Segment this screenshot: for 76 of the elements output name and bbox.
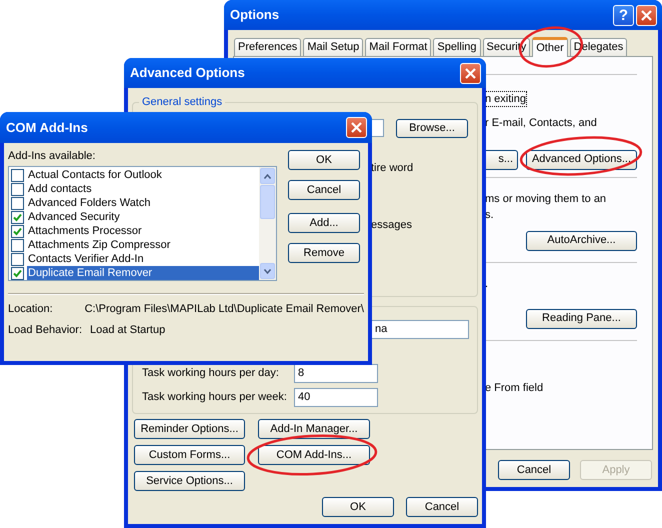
checkbox[interactable] (11, 238, 24, 252)
item-label: Attachments Processor (27, 224, 143, 238)
list-label: Add-Ins available: (8, 150, 96, 163)
text-field[interactable] (371, 119, 384, 137)
list-item[interactable]: Attachments Processor (11, 224, 259, 238)
dialog-button[interactable]: Cancel (406, 497, 478, 517)
tab[interactable]: Mail Setup (303, 38, 364, 56)
option-text: essages (371, 218, 412, 232)
window-title: Advanced Options (130, 64, 245, 82)
dialog-button[interactable]: OK (322, 497, 394, 517)
dialog-button[interactable]: Remove (288, 243, 360, 263)
browse-button[interactable]: Browse... (396, 118, 468, 138)
tab[interactable]: Preferences (234, 38, 302, 56)
text-field[interactable]: na (371, 320, 469, 339)
item-label: Advanced Security (27, 210, 121, 224)
scroll-up-icon[interactable] (260, 168, 275, 184)
dialog-button[interactable]: Cancel (498, 460, 570, 480)
close-button[interactable] (346, 117, 367, 138)
option-button[interactable]: s... (484, 150, 518, 170)
window-title: Options (230, 6, 280, 24)
options-button[interactable]: Add-In Manager... (258, 419, 370, 439)
close-icon (351, 122, 362, 133)
dialog-button[interactable]: OK (288, 150, 360, 170)
close-button[interactable] (460, 62, 481, 84)
number-field[interactable]: 8 (294, 364, 378, 383)
check-icon (13, 268, 22, 278)
checkbox[interactable] (11, 266, 24, 280)
close-icon (641, 10, 652, 20)
option-text: tire word (371, 160, 414, 174)
list-item[interactable]: Add contacts (11, 182, 259, 196)
list-item[interactable]: Advanced Security (11, 210, 259, 224)
window-title: COM Add-Ins (6, 118, 88, 137)
options-button[interactable]: COM Add-Ins... (258, 445, 370, 465)
option-text: ms or moving them to an (484, 192, 608, 207)
scroll-down-icon[interactable] (260, 263, 275, 279)
close-button[interactable] (636, 4, 657, 26)
help-button[interactable]: ? (613, 4, 634, 26)
options-button[interactable]: Custom Forms... (134, 445, 245, 465)
close-icon (465, 68, 476, 78)
option-button[interactable]: Advanced Options... (526, 150, 637, 170)
checkbox[interactable] (11, 196, 24, 210)
group-label: General settings (141, 95, 224, 110)
list-item[interactable]: Actual Contacts for Outlook (11, 168, 259, 182)
checkbox[interactable] (11, 224, 24, 238)
checkbox[interactable] (11, 168, 24, 182)
detail-value: Load at Startup (90, 323, 166, 337)
tab[interactable]: Spelling (433, 38, 480, 56)
scrollbar[interactable] (259, 167, 276, 280)
dialog-button[interactable]: Cancel (288, 180, 360, 200)
checkbox[interactable] (11, 182, 24, 196)
options-button[interactable]: Service Options... (134, 471, 245, 491)
option-button[interactable]: Reading Pane... (526, 308, 637, 329)
checkbox[interactable] (11, 210, 24, 224)
item-label: Attachments Zip Compressor (27, 238, 172, 252)
option-button[interactable]: AutoArchive... (526, 230, 637, 251)
number-field[interactable]: 40 (294, 388, 378, 407)
checkbox[interactable] (11, 252, 24, 266)
option-text: r E-mail, Contacts, and (484, 116, 598, 131)
scroll-thumb[interactable] (260, 185, 275, 219)
list-item[interactable]: Attachments Zip Compressor (11, 238, 259, 252)
item-label: Advanced Folders Watch (27, 196, 152, 210)
field-label: Task working hours per day: (142, 366, 280, 382)
list-item[interactable]: Advanced Folders Watch (11, 196, 259, 210)
detail-label: Location: (8, 302, 54, 316)
detail-value: C:\Program Files\MAPILab Ltd\Duplicate Email Remover\ (84, 302, 364, 316)
field-label: Task working hours per week: (142, 390, 288, 406)
item-label: Actual Contacts for Outlook (27, 168, 163, 182)
tab[interactable]: Mail Format (365, 38, 432, 56)
option-text: . (484, 276, 490, 292)
item-label: Contacts Verifier Add-In (27, 252, 145, 266)
item-label: Add contacts (27, 182, 93, 196)
dialog-button[interactable]: Add... (288, 213, 360, 233)
detail-label: Load Behavior: (8, 323, 83, 337)
options-button[interactable]: Reminder Options... (134, 419, 245, 439)
tab[interactable]: Other (532, 37, 568, 57)
list-item[interactable]: Contacts Verifier Add-In (11, 252, 259, 266)
